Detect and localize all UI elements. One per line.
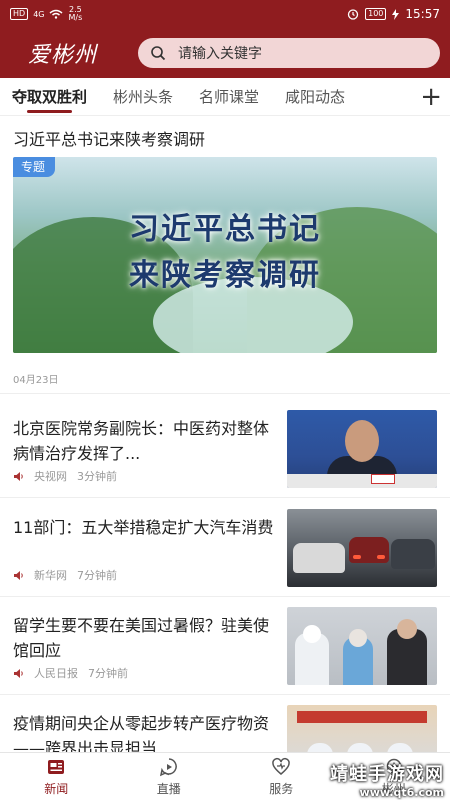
add-channel-icon[interactable]: + [420,82,442,112]
thumb-car [293,543,345,573]
tab-xianyang-dongtai[interactable]: 咸阳动态 [285,78,345,116]
featured-image-headline: 习近平总书记 来陕考察调研 [13,207,437,299]
nav-live[interactable]: 直播 [113,753,226,800]
tab-duoqu-shuangshengli[interactable]: 夺取双胜利 [12,78,87,116]
thumb-desk [287,474,437,488]
thumb-car [349,537,389,563]
news-meta: 人民日报 7分钟前 [13,665,128,681]
featured-image-line2: 来陕考察调研 [129,258,321,293]
newspaper-icon [48,759,65,774]
news-item[interactable]: 11部门：五大举措稳定扩大汽车消费 新华网 7分钟前 [0,509,450,607]
live-play-icon [159,757,177,776]
news-item[interactable]: 留学生要不要在美国过暑假？驻美使馆回应 人民日报 7分钟前 [0,607,450,705]
divider [0,596,450,597]
nav-service[interactable]: 服务 [225,753,338,800]
topic-badge: 专题 [13,157,56,177]
thumb-head [349,629,367,647]
speaker-icon[interactable] [13,471,24,482]
divider [0,694,450,695]
featured-date: 04月23日 [13,375,59,386]
watermark-title: 靖蛙手游戏网 [330,764,444,785]
divider [0,393,450,394]
featured-image[interactable]: 习近平总书记 来陕考察调研 专题 [13,157,437,353]
status-right: 100 15:57 [347,7,440,21]
news-title: 留学生要不要在美国过暑假？驻美使馆回应 [13,616,270,660]
thumb-face [345,420,379,462]
thumb-head [397,619,417,639]
thumb-nameplate [371,474,395,484]
battery-indicator: 100 [365,8,387,20]
featured-title[interactable]: 习近平总书记来陕考察调研 [13,126,205,150]
alarm-icon [347,9,359,20]
channel-tabs: 夺取双胜利 彬州头条 名师课堂 咸阳动态 + [0,78,450,116]
charging-icon [392,8,400,20]
search-placeholder: 请输入关键字 [178,46,262,62]
news-meta: 央视网 3分钟前 [13,468,117,484]
speaker-icon[interactable] [13,668,24,679]
tab-binzhou-toutiao[interactable]: 彬州头条 [113,78,173,116]
news-thumbnail [287,509,437,587]
featured-image-line1: 习近平总书记 [129,212,321,247]
search-icon [151,46,166,61]
thumb-head [303,625,321,643]
news-source: 人民日报 [34,667,78,680]
news-item[interactable]: 北京医院常务副院长：中医药对整体病情治疗发挥了... 央视网 3分钟前 [0,410,450,508]
service-heart-icon [272,757,291,775]
news-title: 11部门：五大举措稳定扩大汽车消费 [13,518,274,537]
nav-live-label: 直播 [156,781,181,796]
thumb-taillight [353,555,361,559]
signal-indicator: 4G [33,9,45,19]
news-time: 7分钟前 [88,667,128,680]
network-speed: 2.5 M/s [68,6,82,22]
news-source: 央视网 [34,470,67,483]
search-bar[interactable]: 请输入关键字 [138,38,440,68]
thumb-car [391,539,435,569]
tab-mingshi-ketang[interactable]: 名师课堂 [199,78,259,116]
news-meta: 新华网 7分钟前 [13,567,117,583]
news-thumbnail [287,607,437,685]
thumb-banner [297,711,427,723]
news-source: 新华网 [34,569,67,582]
watermark: 靖蛙手游戏网 www.qt6.com [330,760,444,799]
nav-service-label: 服务 [269,781,294,796]
nav-news-label: 新闻 [44,781,69,796]
news-thumbnail [287,410,437,488]
speaker-icon[interactable] [13,570,24,581]
network-speed-unit: M/s [68,13,83,22]
nav-news[interactable]: 新闻 [0,753,113,800]
news-time: 7分钟前 [77,569,117,582]
divider [0,497,450,498]
news-title: 北京医院常务副院长：中医药对整体病情治疗发挥了... [13,419,270,463]
clock: 15:57 [405,7,440,21]
wifi-icon [50,9,63,19]
watermark-url: www.qt6.com [359,786,444,799]
status-bar: HD 4G 2.5 M/s 100 15:57 [0,0,450,28]
status-left: HD 4G 2.5 M/s [10,6,82,22]
hd-indicator: HD [10,8,29,20]
news-time: 3分钟前 [77,470,117,483]
thumb-taillight [377,555,385,559]
app-logo[interactable]: 爱彬州 [28,37,128,69]
app-header: 爱彬州 请输入关键字 [0,28,450,78]
